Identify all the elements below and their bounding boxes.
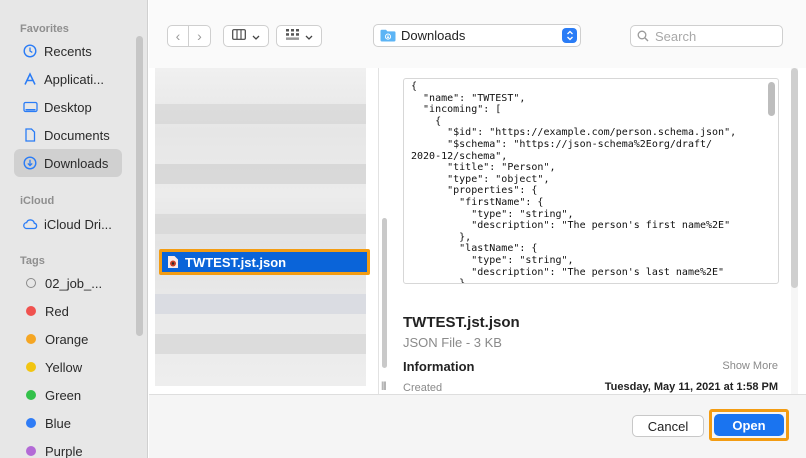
sidebar-item-label: Desktop xyxy=(44,99,92,115)
sidebar-item-label: iCloud Dri... xyxy=(44,216,112,232)
forward-button[interactable]: › xyxy=(189,25,211,47)
preview-pane: || { "name": "TWTEST", "incoming": [ { "… xyxy=(382,68,806,394)
blurred-row xyxy=(155,294,366,314)
toolbar: ‹ › Downloads Search xyxy=(149,0,806,68)
created-value: Tuesday, May 11, 2021 at 1:58 PM xyxy=(604,381,778,393)
folder-icon xyxy=(380,29,396,42)
blurred-row xyxy=(155,104,366,124)
pane-scrollbar-track[interactable] xyxy=(791,68,798,394)
file-list-column: TWTEST.jst.json || xyxy=(149,68,387,394)
sidebar-tag-red[interactable]: Red xyxy=(14,297,122,325)
dialog-footer: Cancel Open xyxy=(149,394,806,458)
json-file-icon xyxy=(167,255,179,269)
green-dot-icon xyxy=(26,390,36,400)
location-label: Downloads xyxy=(401,28,466,43)
chevron-down-icon xyxy=(252,27,260,45)
sidebar: Favorites Recents Applicati... Desktop D… xyxy=(0,0,148,458)
blue-dot-icon xyxy=(26,418,36,428)
open-file-dialog: Favorites Recents Applicati... Desktop D… xyxy=(0,0,806,458)
preview-scrollbar[interactable] xyxy=(768,82,775,116)
sidebar-item-label: Green xyxy=(45,387,82,403)
chevron-left-icon: ‹ xyxy=(175,28,181,44)
orange-dot-icon xyxy=(26,334,36,344)
sidebar-item-label: Applicati... xyxy=(44,71,104,87)
search-icon xyxy=(637,30,649,42)
created-label: Created xyxy=(403,382,443,394)
sidebar-item-label: Documents xyxy=(44,127,110,143)
sidebar-tag-blue[interactable]: Blue xyxy=(14,409,122,437)
json-preview-text: { "name": "TWTEST", "incoming": [ { "$id… xyxy=(411,81,737,284)
sidebar-tag-yellow[interactable]: Yellow xyxy=(14,353,122,381)
json-preview: { "name": "TWTEST", "incoming": [ { "$id… xyxy=(403,78,779,284)
purple-dot-icon xyxy=(26,446,36,456)
sidebar-item-label: Orange xyxy=(45,331,89,347)
sidebar-item-icloud-drive[interactable]: iCloud Dri... xyxy=(14,210,122,238)
search-input[interactable] xyxy=(655,28,775,44)
tag-ring-icon xyxy=(26,278,36,288)
grid-icon xyxy=(285,27,299,45)
chevron-down-icon xyxy=(305,27,313,45)
sidebar-item-label: Blue xyxy=(45,415,72,431)
document-icon xyxy=(22,127,38,143)
blurred-row xyxy=(155,334,366,354)
cancel-button[interactable]: Cancel xyxy=(632,415,704,437)
sidebar-tag-green[interactable]: Green xyxy=(14,381,122,409)
icloud-heading: iCloud xyxy=(20,195,55,207)
red-dot-icon xyxy=(26,306,36,316)
blurred-row xyxy=(155,214,366,234)
sidebar-item-label: Red xyxy=(45,303,69,319)
sidebar-scrollbar[interactable] xyxy=(136,36,143,336)
sidebar-item-label: Purple xyxy=(45,443,83,458)
cloud-icon xyxy=(22,216,38,232)
open-button[interactable]: Open xyxy=(714,414,784,436)
preview-file-title: TWTEST.jst.json xyxy=(403,314,520,331)
tags-heading: Tags xyxy=(20,255,45,267)
sidebar-item-label: Downloads xyxy=(44,155,109,171)
favorites-heading: Favorites xyxy=(20,23,69,35)
location-dropdown[interactable]: Downloads xyxy=(373,24,581,47)
clock-icon xyxy=(22,43,38,59)
sidebar-tag-02-job[interactable]: 02_job_... xyxy=(14,269,122,297)
applications-icon xyxy=(22,71,38,87)
sidebar-item-label: Recents xyxy=(44,43,92,59)
show-more-link[interactable]: Show More xyxy=(722,360,778,372)
view-mode-button[interactable] xyxy=(223,25,269,47)
sidebar-tag-orange[interactable]: Orange xyxy=(14,325,122,353)
information-heading: Information xyxy=(403,359,475,374)
chevron-right-icon: › xyxy=(197,28,202,44)
sidebar-item-documents[interactable]: Documents xyxy=(14,121,122,149)
search-field[interactable] xyxy=(630,25,783,47)
sidebar-item-desktop[interactable]: Desktop xyxy=(14,93,122,121)
file-name: TWTEST.jst.json xyxy=(185,254,287,270)
yellow-dot-icon xyxy=(26,362,36,372)
sidebar-tag-purple[interactable]: Purple xyxy=(14,437,122,458)
updown-chevron-icon xyxy=(562,28,577,43)
sidebar-item-downloads[interactable]: Downloads xyxy=(14,149,122,177)
download-icon xyxy=(22,155,38,171)
sidebar-item-applications[interactable]: Applicati... xyxy=(14,65,122,93)
blurred-row xyxy=(155,164,366,184)
columns-view-icon xyxy=(232,27,246,45)
group-button[interactable] xyxy=(276,25,322,47)
back-button[interactable]: ‹ xyxy=(167,25,189,47)
sidebar-item-label: 02_job_... xyxy=(45,275,103,291)
sidebar-item-recents[interactable]: Recents xyxy=(14,37,122,65)
column-resize-handle[interactable]: || xyxy=(382,380,387,390)
preview-file-type: JSON File - 3 KB xyxy=(403,335,502,350)
desktop-icon xyxy=(22,99,38,115)
pane-scrollbar-thumb[interactable] xyxy=(791,68,798,288)
file-row-selected[interactable]: TWTEST.jst.json xyxy=(159,249,370,275)
sidebar-item-label: Yellow xyxy=(45,359,83,375)
column-scrollbar[interactable] xyxy=(382,218,387,368)
open-button-highlight: Open xyxy=(709,409,789,441)
